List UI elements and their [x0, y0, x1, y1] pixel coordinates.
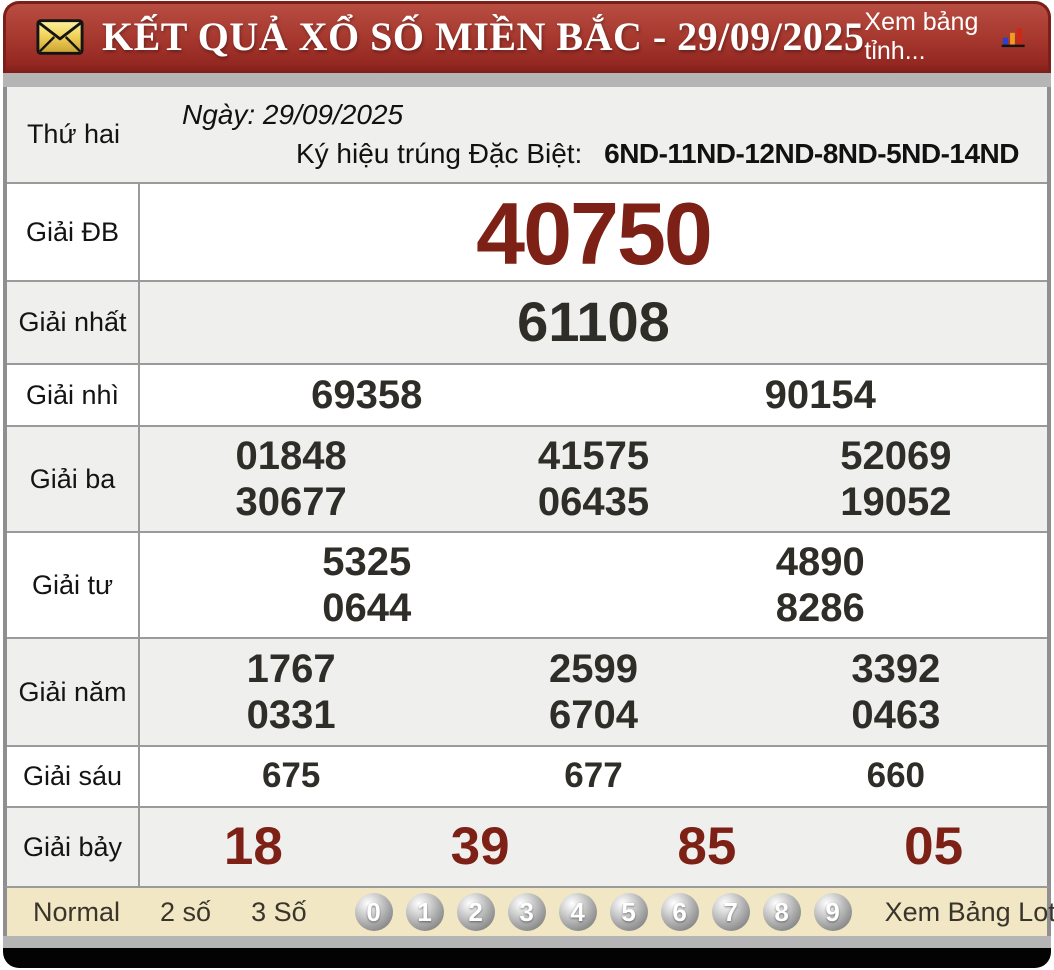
prize-number: 52069	[840, 434, 952, 478]
prize-number: 05	[904, 817, 964, 877]
prize-row-second: Giải nhì 69358 90154	[7, 363, 1047, 425]
digit-ball-7[interactable]: 7	[711, 893, 750, 931]
bar-chart-icon[interactable]	[1001, 21, 1026, 53]
province-table-link[interactable]: Xem bảng tỉnh...	[864, 8, 991, 66]
footer-toolbar: Normal 2 số 3 Số 0 1 2 3 4 5 6 7 8 9 Xem…	[3, 886, 1054, 936]
prize-row-seventh: Giải bảy 18 39 85 05	[7, 806, 1047, 886]
digit-ball-9[interactable]: 9	[813, 893, 852, 931]
prize-number: 41575	[537, 434, 650, 478]
prize-number: 39	[450, 817, 510, 877]
prize-label: Giải ba	[7, 427, 140, 531]
results-table: Thứ hai Ngày: 29/09/2025 Ký hiệu trúng Đ…	[3, 87, 1051, 886]
prize-number: 660	[866, 756, 926, 796]
mode-button-normal[interactable]: Normal	[25, 897, 140, 928]
prize-number: 90154	[764, 373, 876, 417]
info-cell: Ngày: 29/09/2025 Ký hiệu trúng Đặc Biệt:…	[140, 87, 1047, 182]
digit-ball-1[interactable]: 1	[405, 893, 444, 931]
digit-ball-2[interactable]: 2	[456, 893, 495, 931]
prize-label: Giải năm	[7, 639, 140, 745]
loto-table-link[interactable]: Xem Bảng Loto	[885, 897, 1054, 928]
prize-number: 18	[223, 817, 283, 877]
prize-number: 1767	[246, 646, 336, 691]
info-row: Thứ hai Ngày: 29/09/2025 Ký hiệu trúng Đ…	[7, 87, 1047, 182]
digit-ball-5[interactable]: 5	[609, 893, 648, 931]
special-sign-line: Ký hiệu trúng Đặc Biệt: 6ND-11ND-12ND-8N…	[140, 138, 1047, 170]
prize-number: 0331	[246, 693, 336, 738]
mode-button-3-digits[interactable]: 3 Số	[231, 897, 327, 928]
prize-number: 2599	[549, 646, 638, 691]
prize-number: 0463	[851, 693, 941, 738]
prize-label: Giải tư	[7, 533, 140, 637]
prize-number: 69358	[311, 373, 423, 417]
prize-number: 61108	[517, 290, 670, 354]
prize-number: 0644	[322, 586, 412, 630]
prize-number: 8286	[775, 586, 865, 630]
prize-number: 19052	[840, 480, 952, 524]
prize-number: 85	[677, 817, 737, 877]
lottery-results-widget: KẾT QUẢ XỔ SỐ MIỀN BẮC - 29/09/2025 Xem …	[3, 1, 1054, 968]
prize-number: 5325	[322, 540, 412, 584]
bottom-frame	[3, 948, 1051, 968]
prize-number: 40750	[476, 184, 713, 283]
digit-ball-4[interactable]: 4	[558, 893, 597, 931]
prize-row-sixth: Giải sáu 675 677 660	[7, 745, 1047, 806]
prize-label: Giải nhì	[7, 365, 140, 425]
prize-number: 675	[261, 756, 321, 796]
prize-row-third: Giải ba 01848 41575 52069 30677 06435 19…	[7, 425, 1047, 531]
digit-ball-8[interactable]: 8	[762, 893, 801, 931]
prize-label: Giải sáu	[7, 747, 140, 806]
special-sign-label: Ký hiệu trúng Đặc Biệt:	[295, 138, 583, 170]
prize-label: Giải ĐB	[7, 184, 140, 280]
prize-row-fourth: Giải tư 5325 4890 0644 8286	[7, 531, 1047, 637]
digit-ball-6[interactable]: 6	[660, 893, 699, 931]
top-divider-strip	[3, 73, 1051, 87]
prize-number: 30677	[235, 480, 347, 524]
page-title: KẾT QUẢ XỔ SỐ MIỀN BẮC - 29/09/2025	[102, 14, 865, 59]
header-bar: KẾT QUẢ XỔ SỐ MIỀN BẮC - 29/09/2025 Xem …	[3, 1, 1051, 73]
prize-label: Giải bảy	[7, 808, 140, 886]
bottom-divider-strip	[3, 936, 1051, 948]
prize-row-fifth: Giải năm 1767 2599 3392 0331 6704 0463	[7, 637, 1047, 745]
prize-label: Giải nhất	[7, 282, 140, 363]
mode-button-2-digits[interactable]: 2 số	[140, 897, 231, 928]
prize-number: 677	[564, 756, 623, 796]
prize-number: 6704	[549, 693, 638, 738]
prize-number: 01848	[235, 434, 347, 478]
header-right: Xem bảng tỉnh...	[864, 8, 1026, 66]
prize-number: 06435	[537, 480, 650, 524]
digit-ball-0[interactable]: 0	[354, 893, 393, 931]
prize-row-special: Giải ĐB 40750	[7, 182, 1047, 280]
weekday-label: Thứ hai	[26, 119, 121, 149]
prize-number: 3392	[851, 646, 941, 691]
date-text: Ngày: 29/09/2025	[182, 98, 404, 130]
digit-ball-list: 0 1 2 3 4 5 6 7 8 9	[354, 893, 852, 931]
special-sign-value: 6ND-11ND-12ND-8ND-5ND-14ND	[604, 138, 1019, 170]
prize-number: 4890	[775, 540, 865, 584]
digit-ball-3[interactable]: 3	[507, 893, 546, 931]
envelope-icon	[36, 18, 84, 55]
prize-row-first: Giải nhất 61108	[7, 280, 1047, 363]
